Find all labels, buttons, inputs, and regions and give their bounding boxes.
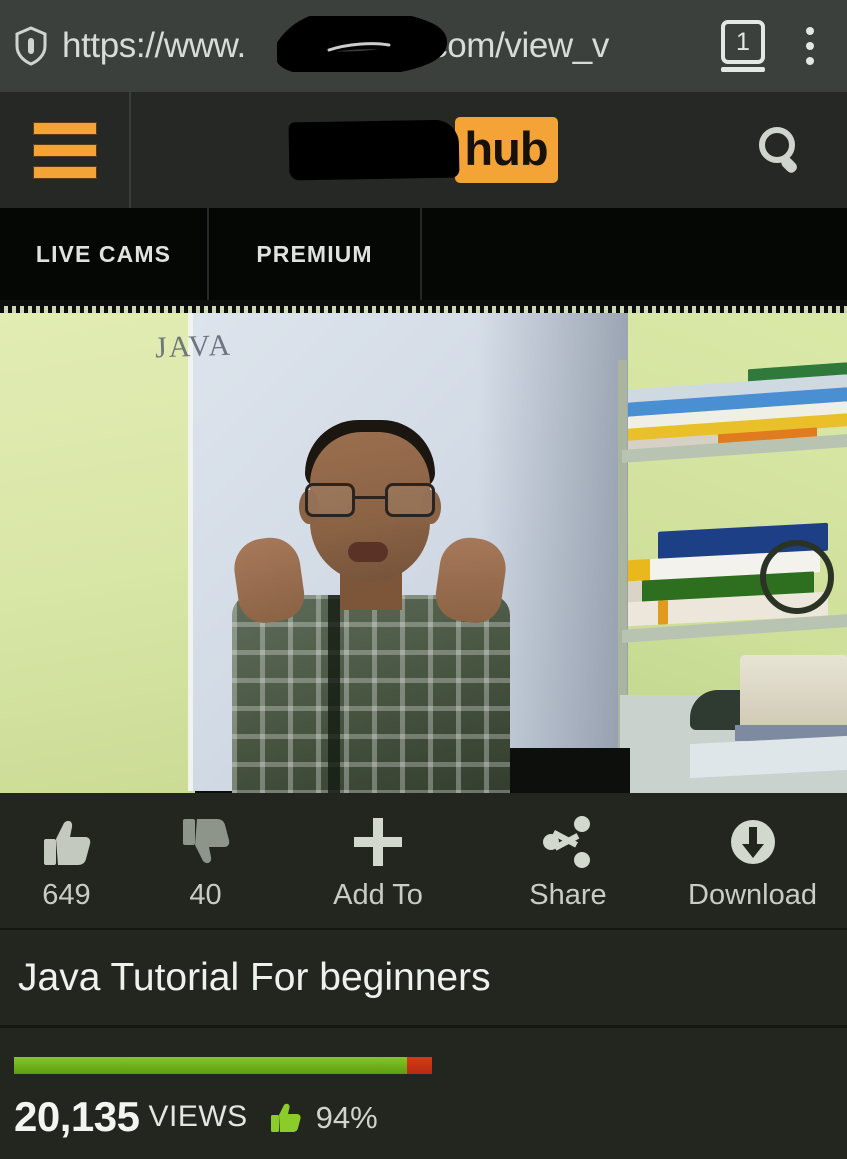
menu-dot — [806, 27, 814, 35]
video-action-bar: 649 40 Add To Share Download — [0, 793, 847, 930]
menu-dot — [806, 42, 814, 50]
dislike-button[interactable]: 40 — [133, 793, 278, 930]
printer — [740, 655, 847, 730]
hamburger-bar — [32, 165, 97, 179]
like-button[interactable]: 649 — [0, 793, 133, 930]
hamburger-bar — [32, 121, 97, 135]
hamburger-bars — [32, 121, 97, 179]
video-title-section: Java Tutorial For beginners — [0, 930, 847, 1025]
share-icon — [541, 813, 595, 869]
nav-tab-label: PREMIUM — [256, 240, 373, 267]
video-stats-section: 20,135 VIEWS 94% — [0, 1028, 847, 1159]
presenter-mouth — [348, 542, 388, 562]
logo-suffix-label: hub — [455, 117, 558, 183]
glasses-bridge — [355, 496, 385, 499]
nav-tab-premium[interactable]: PREMIUM — [209, 208, 422, 300]
tab-counter-underline — [721, 67, 765, 72]
glasses-lens — [305, 483, 355, 517]
rating-percent: 94% — [315, 1099, 378, 1135]
shield-icon — [14, 26, 48, 66]
nav-tab-empty[interactable] — [422, 208, 847, 300]
video-player[interactable]: JAVA — [0, 300, 847, 793]
download-label: Download — [688, 879, 817, 911]
logo-wordmark: hub — [288, 117, 558, 183]
like-count: 649 — [42, 879, 91, 911]
rating-bar — [14, 1057, 432, 1074]
add-to-label: Add To — [333, 879, 423, 911]
hamburger-icon[interactable] — [0, 92, 131, 208]
site-header: hub — [0, 92, 847, 208]
site-logo[interactable]: hub — [131, 117, 716, 183]
thumbs-down-icon — [179, 813, 233, 869]
room-wall-left — [0, 306, 195, 793]
logo-redaction-block — [288, 119, 460, 181]
hamburger-bar — [32, 143, 97, 157]
dislike-count: 40 — [189, 879, 222, 911]
whiteboard-text: JAVA — [154, 328, 233, 365]
rating-bar-negative — [406, 1057, 432, 1074]
download-icon — [726, 813, 780, 869]
rating-bar-positive — [14, 1057, 407, 1074]
share-button[interactable]: Share — [478, 793, 658, 930]
tab-counter-button[interactable]: 1 — [717, 18, 769, 74]
download-button[interactable]: Download — [658, 793, 847, 930]
thumbs-up-icon — [40, 813, 94, 869]
url-text: https://www.xxxxxxxxub.com/view_v — [62, 26, 609, 65]
share-label: Share — [529, 879, 607, 911]
coiled-cable — [760, 540, 834, 614]
url-text-field[interactable]: https://www.xxxxxxxxub.com/view_v — [62, 16, 717, 76]
video-frame: JAVA — [0, 300, 847, 793]
search-icon — [754, 122, 810, 178]
thumbs-up-icon — [269, 1100, 303, 1134]
browser-address-bar[interactable]: https://www.xxxxxxxxub.com/view_v 1 — [0, 0, 847, 92]
nav-tab-live-cams[interactable]: LIVE CAMS — [0, 208, 209, 300]
plus-icon — [351, 813, 405, 869]
primary-nav: LIVE CAMS PREMIUM — [0, 208, 847, 300]
view-count: 20,135 — [14, 1093, 140, 1140]
presenter — [200, 420, 540, 793]
search-button[interactable] — [716, 122, 847, 178]
overflow-menu-icon[interactable] — [787, 18, 833, 74]
glasses-lens — [385, 483, 435, 517]
page-title: Java Tutorial For beginners — [18, 955, 491, 999]
presenter-shirt-placket — [328, 595, 340, 793]
menu-dot — [806, 57, 814, 65]
stats-line: 20,135 VIEWS 94% — [14, 1096, 378, 1138]
views-label: VIEWS — [148, 1100, 248, 1133]
tab-count-label: 1 — [721, 20, 765, 64]
nav-tab-label: LIVE CAMS — [35, 240, 172, 267]
video-top-dotted-edge — [0, 306, 847, 313]
mobile-browser-screen: https://www.xxxxxxxxub.com/view_v 1 — [0, 0, 847, 1159]
add-to-button[interactable]: Add To — [278, 793, 478, 930]
presenter-shirt — [232, 595, 510, 793]
presenter-glasses — [303, 483, 439, 517]
